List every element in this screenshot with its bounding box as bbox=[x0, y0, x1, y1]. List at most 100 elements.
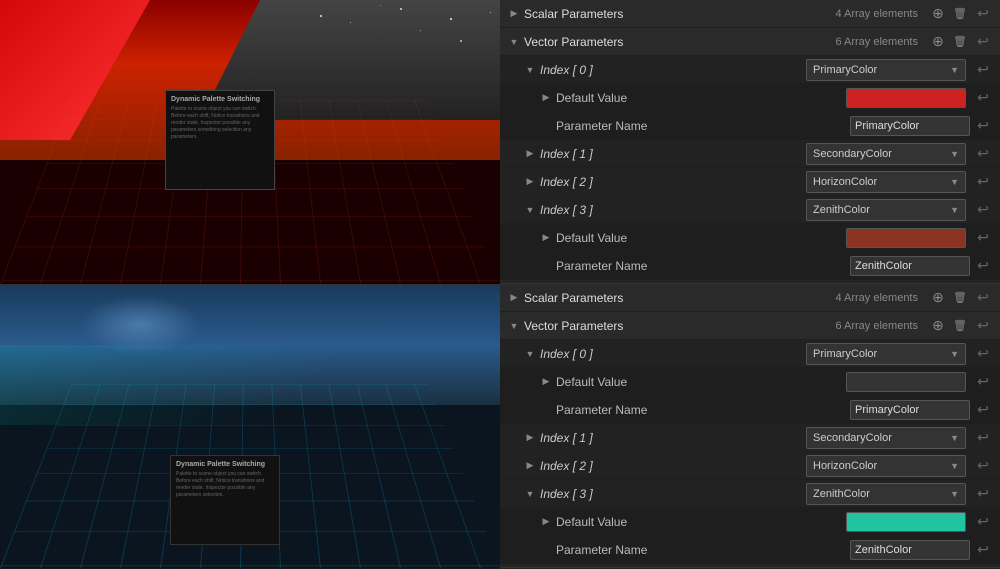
scalar-label-bottom: Scalar Parameters bbox=[524, 291, 835, 305]
index3-default-expand-bottom[interactable] bbox=[540, 516, 552, 528]
index1-row-top[interactable]: Index [ 1 ] SecondaryColor ▼ ↩ bbox=[500, 140, 1000, 168]
index3-param-row-bottom[interactable]: Parameter Name ↩ bbox=[500, 536, 1000, 564]
index2-dropdown-top[interactable]: HorizonColor ▼ bbox=[806, 171, 966, 193]
sign-top-title: Dynamic Palette Switching bbox=[171, 96, 269, 103]
index3-param-row-top[interactable]: Parameter Name ↩ bbox=[500, 252, 1000, 280]
index0-param-row-top[interactable]: Parameter Name ↩ bbox=[500, 112, 1000, 140]
index3-color-swatch-top[interactable] bbox=[846, 228, 966, 248]
index0-param-input-bottom[interactable] bbox=[850, 400, 970, 420]
index0-default-row-top[interactable]: Default Value ↩ bbox=[500, 84, 1000, 112]
index1-dropdown-bottom[interactable]: SecondaryColor ▼ bbox=[806, 427, 966, 449]
index3-default-expand-top[interactable] bbox=[540, 232, 552, 244]
panel-section-bottom: Scalar Parameters 4 Array elements ⊕ 🗑 ↩… bbox=[500, 284, 1000, 568]
index3-default-reset-top[interactable]: ↩ bbox=[974, 229, 992, 247]
index0-param-reset-top[interactable]: ↩ bbox=[974, 117, 992, 135]
index3-expand-bottom[interactable] bbox=[524, 488, 536, 500]
scalar-add-btn-top[interactable]: ⊕ bbox=[928, 4, 948, 24]
index0-color-swatch-bottom[interactable] bbox=[846, 372, 966, 392]
panel-section-top: Scalar Parameters 4 Array elements ⊕ 🗑 ↩… bbox=[500, 0, 1000, 284]
index0-expand-top[interactable] bbox=[524, 64, 536, 76]
index3-reset-top[interactable]: ↩ bbox=[974, 201, 992, 219]
index3-default-label-bottom: Default Value bbox=[556, 515, 846, 529]
scalar-expand-arrow-top[interactable] bbox=[508, 8, 520, 20]
scalar-expand-arrow-bottom[interactable] bbox=[508, 292, 520, 304]
index1-dropdown-top[interactable]: SecondaryColor ▼ bbox=[806, 143, 966, 165]
vector-count-top: 6 Array elements bbox=[835, 36, 918, 48]
index0-default-reset-top[interactable]: ↩ bbox=[974, 89, 992, 107]
scalar-params-row-top[interactable]: Scalar Parameters 4 Array elements ⊕ 🗑 ↩ bbox=[500, 0, 1000, 28]
index3-expand-top[interactable] bbox=[524, 204, 536, 216]
index0-param-input-top[interactable] bbox=[850, 116, 970, 136]
index0-color-swatch-top[interactable] bbox=[846, 88, 966, 108]
vector-expand-arrow-top[interactable] bbox=[508, 36, 520, 48]
viewport-bottom[interactable]: Dynamic Palette Switching Palette to sce… bbox=[0, 284, 500, 568]
index1-dropdown-value-top: SecondaryColor bbox=[813, 148, 892, 160]
index1-dropdown-value-bottom: SecondaryColor bbox=[813, 432, 892, 444]
index0-reset-top[interactable]: ↩ bbox=[974, 61, 992, 79]
index3-dropdown-value-top: ZenithColor bbox=[813, 204, 870, 216]
index1-reset-bottom[interactable]: ↩ bbox=[974, 429, 992, 447]
index3-row-bottom[interactable]: Index [ 3 ] ZenithColor ▼ ↩ bbox=[500, 480, 1000, 508]
index0-dropdown-bottom[interactable]: PrimaryColor ▼ bbox=[806, 343, 966, 365]
index0-default-expand-bottom[interactable] bbox=[540, 376, 552, 388]
index3-default-row-bottom[interactable]: Default Value ↩ bbox=[500, 508, 1000, 536]
vector-expand-arrow-bottom[interactable] bbox=[508, 320, 520, 332]
vector-add-btn-bottom[interactable]: ⊕ bbox=[928, 316, 948, 336]
index3-color-swatch-bottom[interactable] bbox=[846, 512, 966, 532]
index2-expand-top[interactable] bbox=[524, 176, 536, 188]
index2-expand-bottom[interactable] bbox=[524, 460, 536, 472]
index3-reset-bottom[interactable]: ↩ bbox=[974, 485, 992, 503]
scalar-add-btn-bottom[interactable]: ⊕ bbox=[928, 288, 948, 308]
index0-default-row-bottom[interactable]: Default Value ↩ bbox=[500, 368, 1000, 396]
index3-param-reset-top[interactable]: ↩ bbox=[974, 257, 992, 275]
vector-params-row-bottom[interactable]: Vector Parameters 6 Array elements ⊕ 🗑 ↩ bbox=[500, 312, 1000, 340]
index0-row-bottom[interactable]: Index [ 0 ] PrimaryColor ▼ ↩ bbox=[500, 340, 1000, 368]
index0-dropdown-top[interactable]: PrimaryColor ▼ bbox=[806, 59, 966, 81]
index0-reset-bottom[interactable]: ↩ bbox=[974, 345, 992, 363]
index3-dropdown-top[interactable]: ZenithColor ▼ bbox=[806, 199, 966, 221]
index2-row-bottom[interactable]: Index [ 2 ] HorizonColor ▼ ↩ bbox=[500, 452, 1000, 480]
index3-param-input-bottom[interactable] bbox=[850, 540, 970, 560]
index3-row-top[interactable]: Index [ 3 ] ZenithColor ▼ ↩ bbox=[500, 196, 1000, 224]
index0-dropdown-value-top: PrimaryColor bbox=[813, 64, 877, 76]
scalar-trash-btn-top[interactable]: 🗑 bbox=[950, 4, 970, 24]
viewport-top[interactable]: Dynamic Palette Switching Palette to sce… bbox=[0, 0, 500, 284]
index0-expand-bottom[interactable] bbox=[524, 348, 536, 360]
index1-label-top: Index [ 1 ] bbox=[540, 147, 806, 161]
index0-default-expand-top[interactable] bbox=[540, 92, 552, 104]
index2-reset-bottom[interactable]: ↩ bbox=[974, 457, 992, 475]
index3-param-input-top[interactable] bbox=[850, 256, 970, 276]
scalar-reset-btn-top[interactable]: ↩ bbox=[974, 5, 992, 23]
index2-row-top[interactable]: Index [ 2 ] HorizonColor ▼ ↩ bbox=[500, 168, 1000, 196]
index3-param-reset-bottom[interactable]: ↩ bbox=[974, 541, 992, 559]
index3-dropdown-bottom[interactable]: ZenithColor ▼ bbox=[806, 483, 966, 505]
index0-param-row-bottom[interactable]: Parameter Name ↩ bbox=[500, 396, 1000, 424]
index3-dropdown-value-bottom: ZenithColor bbox=[813, 488, 870, 500]
vector-reset-btn-top[interactable]: ↩ bbox=[974, 33, 992, 51]
index3-param-label-top: Parameter Name bbox=[556, 259, 850, 273]
index0-default-reset-bottom[interactable]: ↩ bbox=[974, 373, 992, 391]
index0-row-top[interactable]: Index [ 0 ] PrimaryColor ▼ ↩ bbox=[500, 56, 1000, 84]
scalar-reset-btn-bottom[interactable]: ↩ bbox=[974, 289, 992, 307]
index3-default-reset-bottom[interactable]: ↩ bbox=[974, 513, 992, 531]
vector-params-row-top[interactable]: Vector Parameters 6 Array elements ⊕ 🗑 ↩ bbox=[500, 28, 1000, 56]
vector-add-btn-top[interactable]: ⊕ bbox=[928, 32, 948, 52]
scalar-trash-btn-bottom[interactable]: 🗑 bbox=[950, 288, 970, 308]
index2-dropdown-bottom[interactable]: HorizonColor ▼ bbox=[806, 455, 966, 477]
index0-param-reset-bottom[interactable]: ↩ bbox=[974, 401, 992, 419]
sign-top-text: Palette to scene object you can switch. … bbox=[171, 106, 269, 141]
index1-row-bottom[interactable]: Index [ 1 ] SecondaryColor ▼ ↩ bbox=[500, 424, 1000, 452]
index1-expand-bottom[interactable] bbox=[524, 432, 536, 444]
index1-label-bottom: Index [ 1 ] bbox=[540, 431, 806, 445]
index0-default-label-bottom: Default Value bbox=[556, 375, 846, 389]
scalar-params-row-bottom[interactable]: Scalar Parameters 4 Array elements ⊕ 🗑 ↩ bbox=[500, 284, 1000, 312]
index3-chevron-bottom: ▼ bbox=[950, 489, 959, 499]
index3-default-row-top[interactable]: Default Value ↩ bbox=[500, 224, 1000, 252]
vector-reset-btn-bottom[interactable]: ↩ bbox=[974, 317, 992, 335]
index1-chevron-bottom: ▼ bbox=[950, 433, 959, 443]
vector-trash-btn-bottom[interactable]: 🗑 bbox=[950, 316, 970, 336]
index1-reset-top[interactable]: ↩ bbox=[974, 145, 992, 163]
vector-trash-btn-top[interactable]: 🗑 bbox=[950, 32, 970, 52]
index2-reset-top[interactable]: ↩ bbox=[974, 173, 992, 191]
index1-expand-top[interactable] bbox=[524, 148, 536, 160]
